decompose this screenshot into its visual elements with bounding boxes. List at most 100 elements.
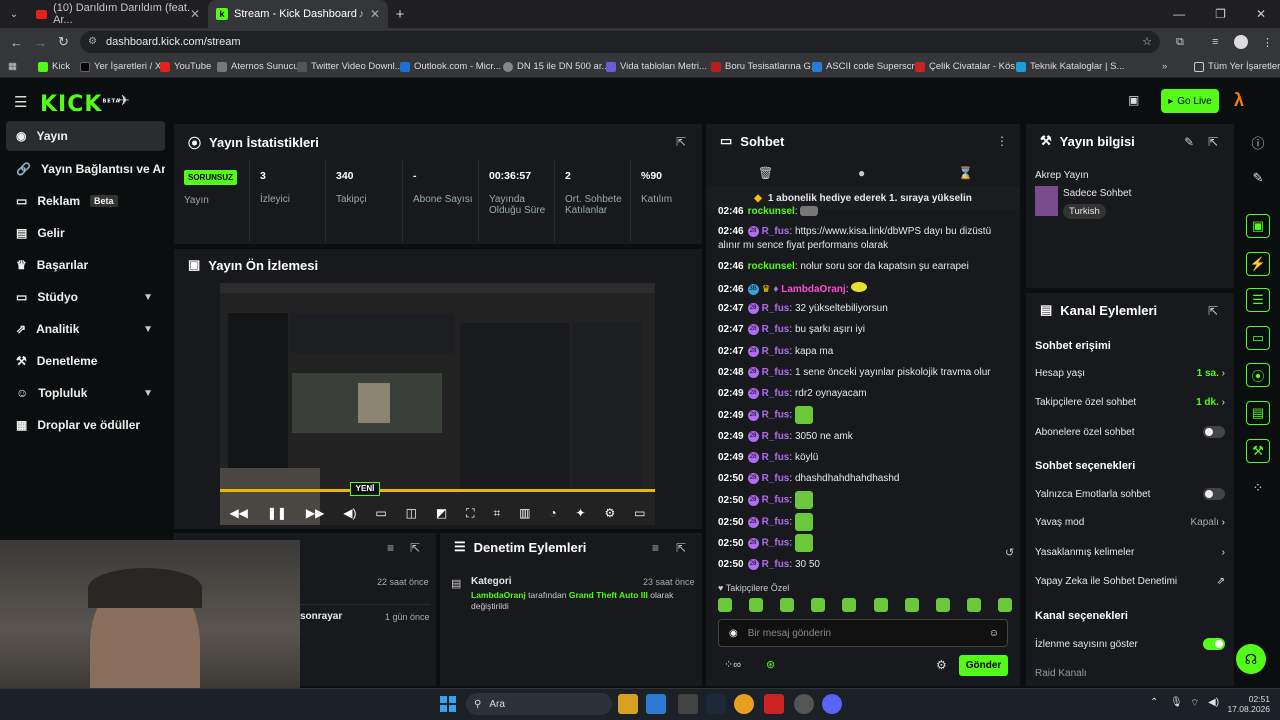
- creator-icon[interactable]: ▣: [1128, 93, 1139, 107]
- chat-input[interactable]: ◉ Bir mesaj gönderin ☺: [718, 619, 1008, 647]
- popout-icon[interactable]: ⇱: [410, 541, 420, 555]
- close-icon[interactable]: ✕: [190, 7, 200, 21]
- recorder-icon[interactable]: [764, 694, 784, 714]
- sidebar-item-denetleme[interactable]: ⚒ Denetleme: [6, 346, 165, 376]
- kick-logo[interactable]: KICKBETA: [40, 92, 121, 117]
- emote[interactable]: [811, 598, 826, 612]
- show-viewers-toggle[interactable]: [1203, 638, 1225, 650]
- stats-icon[interactable]: ▥: [519, 506, 530, 520]
- tab-kick-dashboard[interactable]: k Stream - Kick Dashboard ♪ ✕: [208, 0, 388, 28]
- clock[interactable]: 02:51 17.08.2026: [1226, 694, 1270, 714]
- volume-icon[interactable]: ◀): [343, 506, 356, 520]
- subs-only-toggle[interactable]: [1203, 426, 1225, 438]
- hourglass-icon[interactable]: ⌛: [958, 166, 973, 180]
- sidebar-item-topluluk[interactable]: ☺ Topluluk ▼: [6, 378, 165, 408]
- hamburger-menu-icon[interactable]: ☰: [14, 93, 27, 111]
- send-button[interactable]: Gönder: [959, 655, 1008, 676]
- kick-coin-icon[interactable]: ⊛: [766, 658, 775, 671]
- trash-icon[interactable]: 🗑: [758, 166, 773, 180]
- stream-preview-video[interactable]: YENİ ◀◀ ❚❚ ▶▶ ◀) ▭ ◫ ◩ ⛶ ⌗ ▥ ◔ ✦ ⚙ ▭: [220, 283, 655, 525]
- banned-words-row[interactable]: Yasaklanmış kelimeler ›: [1035, 547, 1225, 558]
- emote[interactable]: [718, 598, 732, 612]
- bookmark-item[interactable]: Teknik Kataloglar | S...: [1016, 61, 1124, 72]
- chat-icon[interactable]: ▭: [1246, 326, 1270, 350]
- emote[interactable]: [935, 598, 950, 612]
- filter-icon[interactable]: ≡: [652, 541, 659, 555]
- list-icon[interactable]: ☰: [1246, 288, 1270, 312]
- theater-icon[interactable]: ▭: [634, 506, 645, 520]
- pause-icon[interactable]: ❚❚: [267, 506, 287, 520]
- bookmark-item[interactable]: ASCII code Superscr...: [812, 61, 922, 72]
- monitor-icon[interactable]: ▣: [1246, 214, 1270, 238]
- bookmark-item[interactable]: Outlook.com - Micr...: [400, 61, 501, 72]
- clip-icon[interactable]: ◩: [436, 506, 447, 520]
- rewind-icon[interactable]: ◀◀: [229, 506, 247, 520]
- wrench-icon[interactable]: ⚒: [1246, 439, 1270, 463]
- speaker-icon[interactable]: ♪: [359, 8, 365, 20]
- back-icon[interactable]: ←: [10, 35, 23, 50]
- half-life-logo-icon[interactable]: λ: [1234, 90, 1244, 111]
- chat-bubble-icon[interactable]: ●: [858, 166, 865, 180]
- broadcast-icon[interactable]: ⦿: [1246, 363, 1270, 387]
- pip-icon[interactable]: ◫: [406, 506, 417, 520]
- bookmark-item[interactable]: YouTube: [160, 61, 211, 72]
- camera-icon[interactable]: ▭: [375, 506, 386, 520]
- bookmark-item[interactable]: Yer İşaretleri / X: [80, 61, 161, 72]
- file-explorer-icon[interactable]: [618, 694, 638, 714]
- emote[interactable]: [780, 598, 795, 612]
- star-icon[interactable]: ☆: [1142, 31, 1152, 53]
- microphone-icon[interactable]: 🎙: [1170, 697, 1183, 708]
- windows-start-icon[interactable]: [440, 696, 456, 712]
- timer-icon[interactable]: ◔: [549, 506, 556, 520]
- reload-icon[interactable]: ↻: [58, 34, 69, 50]
- points-icon[interactable]: ⁘∞: [724, 658, 741, 671]
- minimize-button[interactable]: —: [1173, 0, 1185, 28]
- sidebar-item-droplar[interactable]: ▦ Droplar ve ödüller: [6, 410, 165, 440]
- volume-icon[interactable]: ◀): [1208, 697, 1219, 708]
- tray-chevron-icon[interactable]: ⌃: [1150, 697, 1158, 708]
- bookmark-item[interactable]: DN 15 ile DN 500 ar...: [503, 61, 609, 72]
- wifi-icon[interactable]: ⌔: [1190, 697, 1199, 710]
- raid-row[interactable]: Raid Kanalı: [1035, 668, 1225, 679]
- new-tab-button[interactable]: +: [388, 6, 412, 23]
- filter-icon[interactable]: ≡: [387, 541, 394, 555]
- more-bookmarks-icon[interactable]: »: [1162, 61, 1167, 72]
- sidebar-item-analitik[interactable]: ⇗ Analitik ▼: [6, 314, 165, 344]
- emoji-icon[interactable]: ☺: [989, 628, 999, 639]
- popout-icon[interactable]: ⇱: [676, 541, 686, 555]
- sidebar-item-gelir[interactable]: ▤ Gelir: [6, 218, 165, 248]
- emote[interactable]: [873, 598, 888, 612]
- edit-icon[interactable]: ✎: [1244, 164, 1272, 192]
- settings-icon[interactable]: ⚙: [604, 506, 615, 520]
- chrome-icon[interactable]: [734, 694, 754, 714]
- emote[interactable]: [749, 598, 764, 612]
- extensions-icon[interactable]: ⧉: [1176, 36, 1184, 49]
- sidebar-item-reklam[interactable]: ▭ Reklam Beta: [6, 186, 165, 216]
- bookmark-item[interactable]: Twitter Video Downl...: [297, 61, 403, 72]
- profile-avatar[interactable]: [1234, 35, 1248, 49]
- lightning-icon[interactable]: ⚡: [1246, 252, 1270, 276]
- chat-settings-gear-icon[interactable]: ⚙: [936, 658, 947, 672]
- taskbar-search[interactable]: ⚲ Ara: [466, 693, 612, 715]
- sidebar-item-studyo[interactable]: ▭ Stüdyo ▼: [6, 282, 165, 312]
- fullscreen-icon[interactable]: ⛶: [466, 506, 474, 521]
- account-age-row[interactable]: Hesap yaşı 1 sa. ›: [1035, 368, 1225, 379]
- followers-only-row[interactable]: Takipçilere özel sohbet 1 dk. ›: [1035, 397, 1225, 408]
- chat-menu-icon[interactable]: ⋮: [996, 134, 1008, 148]
- apps-icon[interactable]: ▦: [8, 61, 17, 72]
- maximize-button[interactable]: ❐: [1215, 0, 1226, 28]
- emote[interactable]: [966, 598, 981, 612]
- ai-moderation-row[interactable]: Yapay Zeka ile Sohbet Denetimi ⇗: [1035, 576, 1225, 587]
- bookmark-item[interactable]: Kick: [38, 61, 70, 72]
- emote[interactable]: [842, 598, 857, 612]
- tab-search-icon[interactable]: ⌄: [0, 9, 28, 20]
- discord-icon[interactable]: [822, 694, 842, 714]
- forward-icon[interactable]: ▶▶: [306, 506, 324, 520]
- popout-icon[interactable]: ⇱: [1208, 135, 1218, 149]
- sidebar-item-yayin[interactable]: ◉ Yayın: [6, 121, 165, 151]
- history-icon[interactable]: ↺: [1005, 546, 1014, 559]
- menu-icon[interactable]: ⋮: [1262, 36, 1273, 49]
- bookmark-item[interactable]: Vida tabloları Metri...: [606, 61, 707, 72]
- emote-only-toggle[interactable]: [1203, 488, 1225, 500]
- sidebar-item-stream-key[interactable]: 🔗Yayın Bağlantısı ve Anahtarı: [6, 154, 165, 184]
